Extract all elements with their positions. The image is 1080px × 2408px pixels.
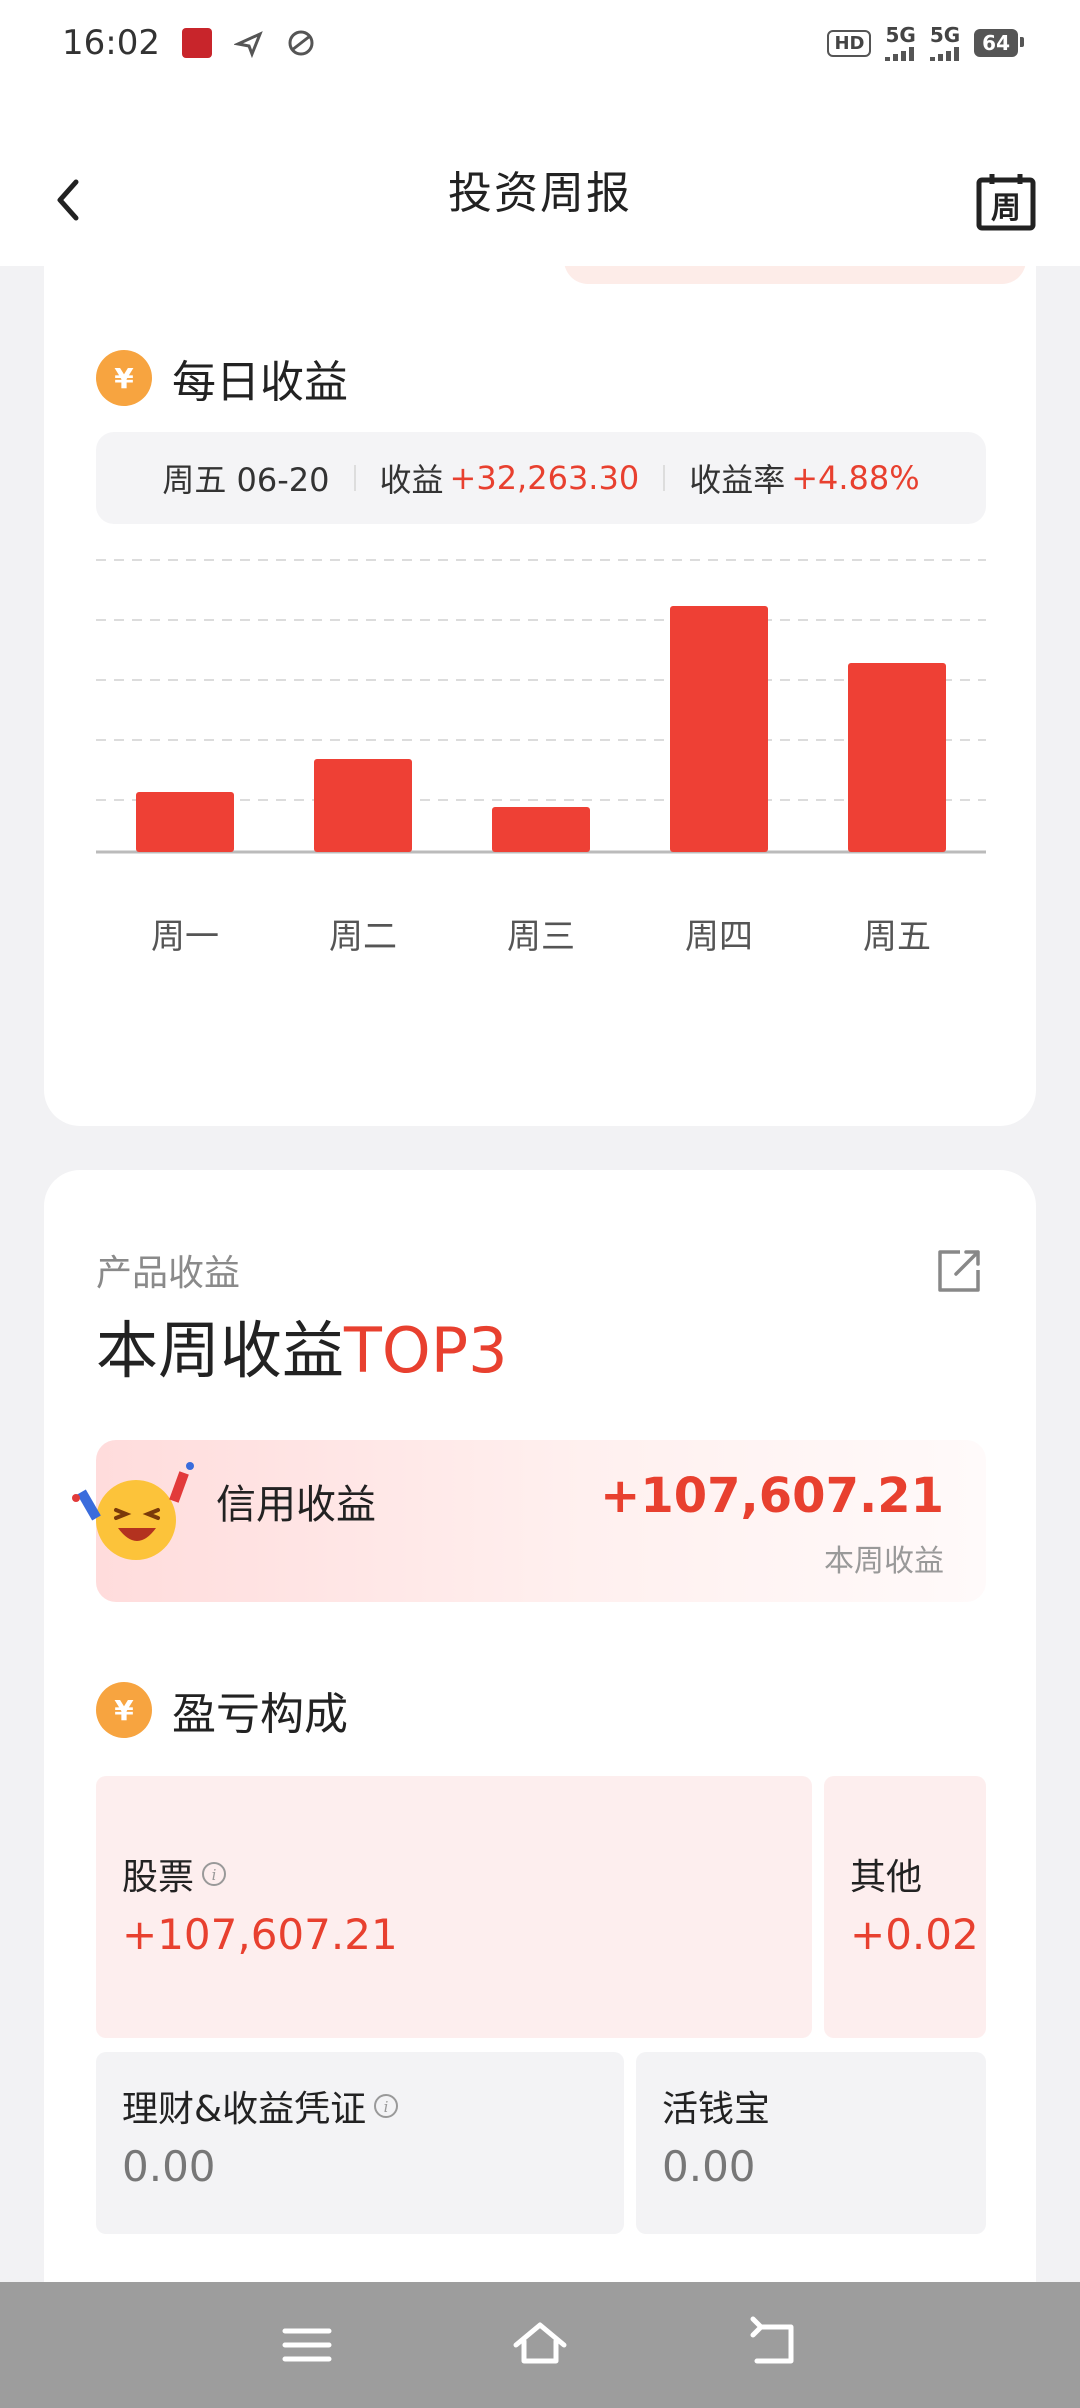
tile-stock-label: 股票 [122, 1857, 195, 1898]
battery-indicator: 64 [974, 29, 1024, 57]
status-time: 16:02 [62, 23, 160, 63]
chart-x-tick-label: 周一 [151, 917, 219, 957]
chart-x-tick-label: 周三 [507, 917, 575, 957]
summary-day: 周五 06-20 [162, 461, 330, 499]
daily-summary-bar: 周五 06-20 收益 +32,263.30 收益率 +4.88% [96, 432, 986, 524]
breakdown-header: ¥ 盈亏构成 [96, 1678, 348, 1742]
product-income-card: 产品收益 本周收益TOP3 信用收益 +107,607.21 本周收益 ¥ 盈亏… [44, 1170, 1036, 2408]
chart-bar-3[interactable] [492, 807, 590, 852]
summary-income-value: +32,263.30 [449, 459, 640, 497]
home-icon[interactable] [510, 2315, 570, 2375]
send-notification-icon [233, 31, 263, 58]
calendar-icon-label: 周 [991, 191, 1021, 226]
signal-5g-1: 5G [885, 23, 916, 61]
product-income-subhead: 产品收益 [96, 1253, 241, 1294]
app-notification-icon [181, 28, 212, 58]
system-navigation-bar [0, 2282, 1080, 2408]
breakdown-tile-other[interactable]: 其他 +0.02 [824, 1776, 986, 2038]
signal-bars-icon [929, 47, 959, 61]
page-title: 投资周报 [448, 168, 632, 219]
top-product-value: +107,607.21 [600, 1468, 944, 1524]
tile-cash-label: 活钱宝 [662, 2089, 771, 2130]
summary-divider [353, 465, 356, 491]
signal-bars-icon [885, 47, 915, 61]
info-icon[interactable]: i [372, 2092, 400, 2120]
chart-x-tick-label: 周四 [685, 917, 753, 957]
top-product-name: 信用收益 [216, 1482, 376, 1528]
tile-other-value: +0.02 [850, 1910, 979, 1959]
signal-label-2: 5G [929, 23, 961, 47]
status-right: HD 5G 5G 64 [827, 23, 1024, 61]
tile-stock-value: +107,607.21 [122, 1910, 398, 1959]
signal-5g-2: 5G [929, 23, 961, 61]
breakdown-title: 盈亏构成 [172, 1689, 348, 1740]
page: 16:02 HD 5G 5G 64 投资周报 周 ¥ 每日收益 周五 06-20… [0, 0, 1080, 2408]
chart-bar-2[interactable] [314, 759, 412, 852]
back-nav-icon[interactable] [743, 2315, 803, 2375]
calendar-icon: 周 [976, 174, 1036, 231]
chart-bar-1[interactable] [136, 792, 234, 852]
signal-label-1: 5G [885, 23, 916, 47]
menu-icon[interactable] [277, 2315, 337, 2375]
status-bar: 16:02 HD 5G 5G 64 [0, 0, 1080, 86]
chart-bar-5[interactable] [848, 663, 946, 852]
tile-wealth-value: 0.00 [122, 2142, 216, 2191]
breakdown-tile-wealth[interactable]: 理财&收益凭证 i 0.00 [96, 2052, 624, 2234]
chart-bar-4[interactable] [670, 606, 768, 852]
daily-income-title: 每日收益 [172, 357, 348, 408]
back-icon[interactable] [40, 170, 100, 230]
tile-cash-value: 0.00 [662, 2142, 756, 2191]
info-icon[interactable]: i [200, 1860, 228, 1888]
svg-text:i: i [212, 1866, 217, 1884]
summary-rate-label: 收益率 [689, 461, 786, 499]
celebrating-emoji-icon [72, 1462, 194, 1560]
breakdown-tile-cash[interactable]: 活钱宝 0.00 [636, 2052, 986, 2234]
breakdown-tile-stock[interactable]: 股票 i +107,607.21 [96, 1776, 812, 2038]
tile-label: 股票 i [122, 1848, 786, 1900]
svg-text:i: i [384, 2098, 389, 2116]
nav-bar: 投资周报 周 [0, 86, 1080, 266]
weekly-calendar-button[interactable]: 周 [976, 172, 1036, 232]
tile-wealth-label: 理财&收益凭证 [122, 2089, 367, 2130]
chart-x-tick-label: 周五 [863, 917, 931, 957]
top-product-item[interactable]: 信用收益 +107,607.21 本周收益 [72, 1440, 986, 1602]
status-left: 16:02 [62, 23, 316, 63]
chart-x-tick-label: 周二 [329, 917, 397, 957]
daily-income-header: ¥ 每日收益 [96, 346, 348, 410]
top3-title-accent: TOP3 [344, 1314, 508, 1387]
yen-icon: ¥ [96, 1682, 152, 1738]
top-product-caption: 本周收益 [824, 1544, 944, 1579]
daily-income-bar-chart: 周一 周二 周三 周四 周五 [96, 559, 986, 957]
daily-income-card: ¥ 每日收益 周五 06-20 收益 +32,263.30 收益率 +4.88%… [44, 200, 1036, 1126]
summary-rate-value: +4.88% [791, 459, 920, 497]
tile-other-label: 其他 [850, 1857, 923, 1898]
share-icon[interactable] [934, 1246, 984, 1296]
tile-label: 理财&收益凭证 i [122, 2080, 598, 2132]
browser-notification-icon [288, 30, 314, 56]
summary-income-label: 收益 [379, 461, 444, 499]
hd-badge: HD [827, 29, 872, 57]
yen-icon: ¥ [96, 350, 152, 406]
summary-divider [663, 465, 666, 491]
top3-title-main: 本周收益 [96, 1314, 345, 1387]
top3-title: 本周收益TOP3 [96, 1300, 508, 1390]
